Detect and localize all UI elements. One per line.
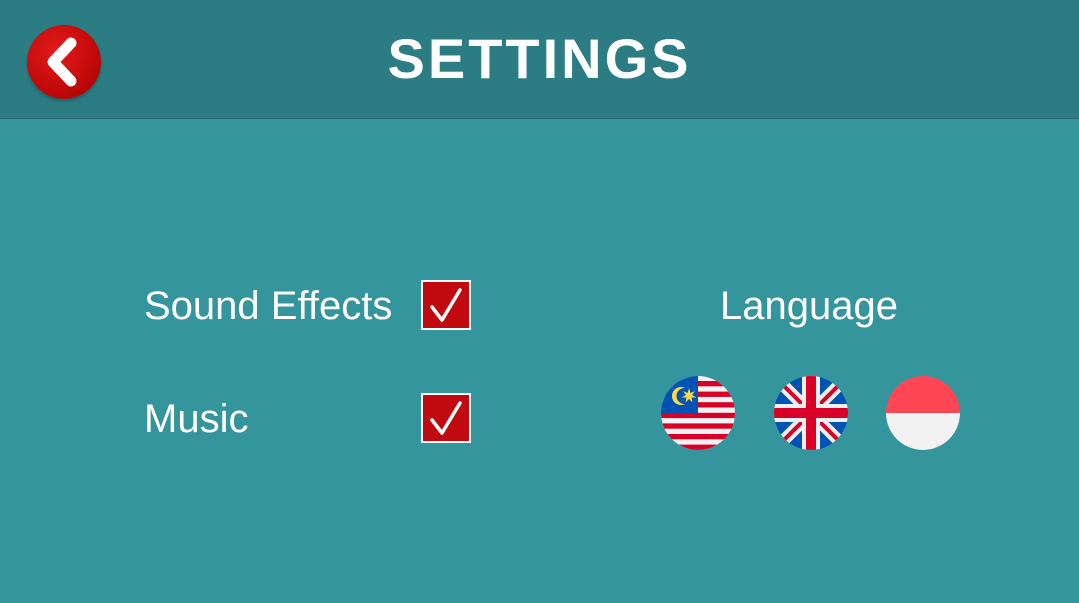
header-bar: SETTINGS xyxy=(0,0,1079,119)
uk-flag-button[interactable] xyxy=(774,376,848,450)
music-checkbox[interactable] xyxy=(421,393,471,443)
page-title: SETTINGS xyxy=(387,27,692,90)
uk-flag-icon xyxy=(774,376,848,450)
checkmark-icon xyxy=(430,401,462,435)
checkmark-icon xyxy=(430,288,462,322)
sound-effects-label: Sound Effects xyxy=(144,284,393,328)
indonesia-flag-button[interactable] xyxy=(886,376,960,450)
sound-effects-checkbox[interactable] xyxy=(421,280,471,330)
language-label: Language xyxy=(720,284,898,328)
indonesia-flag-icon xyxy=(886,376,960,450)
malaysia-flag-icon xyxy=(661,376,735,450)
music-label: Music xyxy=(144,397,249,441)
malaysia-flag-button[interactable] xyxy=(661,376,735,450)
